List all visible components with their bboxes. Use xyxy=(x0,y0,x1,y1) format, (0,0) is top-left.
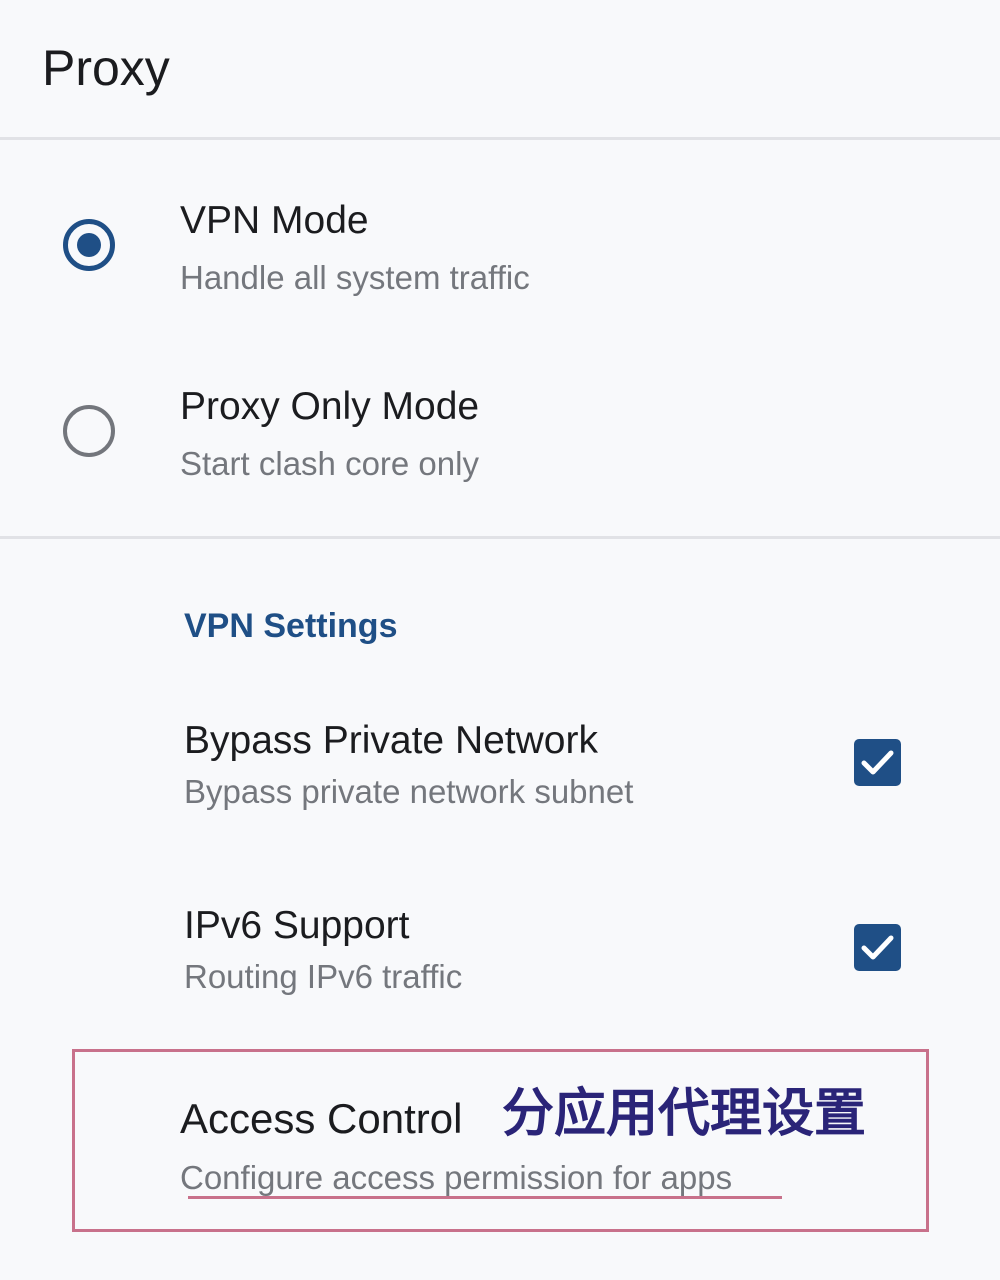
ipv6-support-title: IPv6 Support xyxy=(184,904,410,947)
check-icon xyxy=(861,750,894,775)
bypass-private-network-checkbox[interactable] xyxy=(854,739,901,786)
proxy-only-mode-title: Proxy Only Mode xyxy=(180,385,480,428)
proxy-only-mode-option[interactable]: Proxy Only Mode Start clash core only xyxy=(0,338,1000,524)
bypass-private-network-subtitle: Bypass private network subnet xyxy=(184,773,634,810)
vpn-mode-option[interactable]: VPN Mode Handle all system traffic xyxy=(0,152,1000,338)
annotation-underline xyxy=(188,1196,782,1199)
vpn-settings-header: VPN Settings xyxy=(184,607,398,645)
page-title: Proxy xyxy=(42,40,170,96)
check-icon xyxy=(861,935,894,960)
vpn-mode-subtitle: Handle all system traffic xyxy=(180,259,530,296)
ipv6-support-subtitle: Routing IPv6 traffic xyxy=(184,958,463,995)
ipv6-support-checkbox[interactable] xyxy=(854,924,901,971)
bypass-private-network-setting[interactable]: Bypass Private Network Bypass private ne… xyxy=(0,672,1000,852)
app-bar: Proxy xyxy=(0,0,1000,140)
annotation-label: 分应用代理设置 xyxy=(502,1085,867,1143)
vpn-mode-title: VPN Mode xyxy=(180,199,369,242)
section-divider xyxy=(0,536,1000,539)
bypass-private-network-title: Bypass Private Network xyxy=(184,719,598,762)
proxy-only-mode-subtitle: Start clash core only xyxy=(180,445,479,482)
ipv6-support-setting[interactable]: IPv6 Support Routing IPv6 traffic xyxy=(0,857,1000,1037)
proxy-only-mode-radio[interactable] xyxy=(63,405,115,457)
vpn-mode-radio[interactable] xyxy=(63,219,115,271)
